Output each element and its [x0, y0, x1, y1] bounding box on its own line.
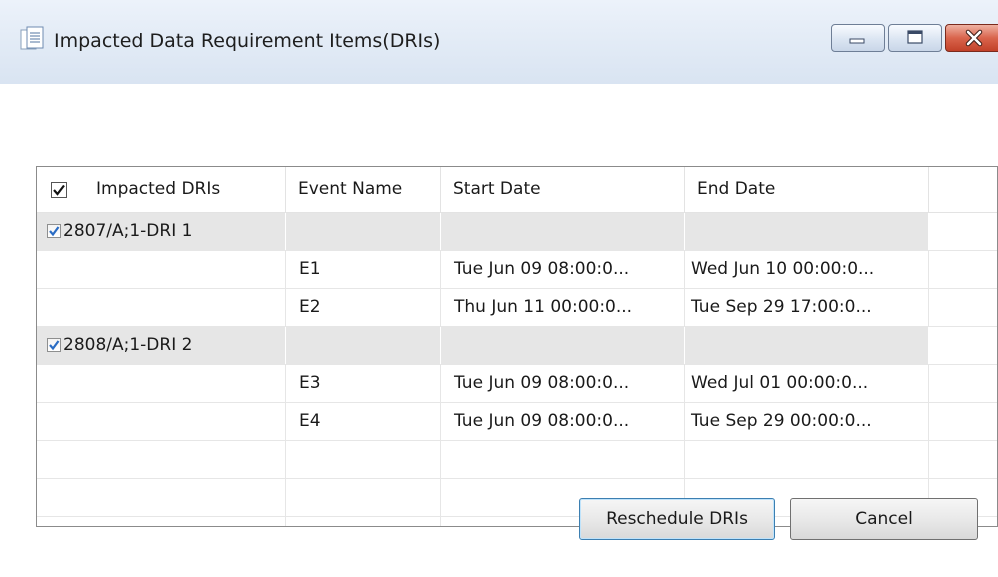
table-row[interactable]: E2 Thu Jun 11 00:00:0... Tue Sep 29 17:0…: [37, 289, 997, 327]
empty-cell: [37, 403, 286, 440]
select-all-checkbox[interactable]: [51, 182, 67, 198]
event-name-cell: E4: [286, 403, 441, 440]
dri-cell[interactable]: 2807/A;1-DRI 1: [37, 213, 286, 250]
checkmark-icon: [49, 226, 60, 237]
empty-cell: [441, 441, 685, 478]
empty-cell: [441, 213, 685, 250]
window-title: Impacted Data Requirement Items(DRIs): [54, 30, 441, 52]
dialog-window: Impacted Data Requirement Items(DRIs) Im…: [0, 0, 998, 577]
table-row-group[interactable]: 2808/A;1-DRI 2: [37, 327, 997, 365]
empty-cell: [37, 289, 286, 326]
start-date-cell: Tue Jun 09 08:00:0...: [441, 365, 685, 402]
empty-cell: [37, 441, 286, 478]
minimize-button[interactable]: [831, 24, 885, 52]
table-row-empty: [37, 441, 997, 479]
column-header-label: Start Date: [453, 179, 541, 199]
end-date-cell: Tue Sep 29 00:00:0...: [685, 403, 929, 440]
dri-cell[interactable]: 2808/A;1-DRI 2: [37, 327, 286, 364]
maximize-button[interactable]: [888, 24, 942, 52]
minimize-icon: [849, 38, 865, 44]
cancel-button[interactable]: Cancel: [790, 498, 978, 540]
reschedule-dris-button[interactable]: Reschedule DRIs: [579, 498, 775, 540]
document-list-icon: [20, 26, 46, 52]
title-bar[interactable]: Impacted Data Requirement Items(DRIs): [0, 0, 998, 84]
dri-checkbox[interactable]: [47, 338, 61, 352]
event-name-cell: E3: [286, 365, 441, 402]
empty-cell: [37, 479, 286, 516]
end-date-cell: Wed Jul 01 00:00:0...: [685, 365, 929, 402]
table-row-group[interactable]: 2807/A;1-DRI 1: [37, 213, 997, 251]
dialog-content: Impacted DRIs Event Name Start Date End …: [0, 84, 998, 577]
column-header-impacted-dris[interactable]: Impacted DRIs: [37, 167, 286, 212]
empty-cell: [685, 441, 929, 478]
event-name-cell: E2: [286, 289, 441, 326]
dri-checkbox[interactable]: [47, 224, 61, 238]
end-date-cell: Tue Sep 29 17:00:0...: [685, 289, 929, 326]
start-date-cell: Thu Jun 11 00:00:0...: [441, 289, 685, 326]
empty-cell: [37, 365, 286, 402]
empty-cell: [685, 327, 929, 364]
table-row[interactable]: E3 Tue Jun 09 08:00:0... Wed Jul 01 00:0…: [37, 365, 997, 403]
dri-label: 2808/A;1-DRI 2: [63, 335, 193, 355]
start-date-cell: Tue Jun 09 08:00:0...: [441, 403, 685, 440]
maximize-icon: [907, 30, 923, 44]
dri-table: Impacted DRIs Event Name Start Date End …: [36, 166, 998, 527]
end-date-cell: Wed Jun 10 00:00:0...: [685, 251, 929, 288]
empty-cell: [37, 251, 286, 288]
close-icon: [965, 29, 983, 47]
column-header-label: End Date: [697, 179, 776, 199]
empty-cell: [286, 517, 441, 526]
empty-cell: [685, 213, 929, 250]
dri-label: 2807/A;1-DRI 1: [63, 221, 193, 241]
empty-cell: [441, 327, 685, 364]
column-header-label: Impacted DRIs: [96, 179, 221, 199]
start-date-cell: Tue Jun 09 08:00:0...: [441, 251, 685, 288]
column-header-filler: [929, 167, 997, 212]
checkmark-icon: [53, 184, 65, 196]
table-row[interactable]: E4 Tue Jun 09 08:00:0... Tue Sep 29 00:0…: [37, 403, 997, 441]
checkmark-icon: [49, 340, 60, 351]
column-header-event-name[interactable]: Event Name: [286, 167, 441, 212]
column-header-end-date[interactable]: End Date: [685, 167, 929, 212]
empty-cell: [37, 517, 286, 526]
empty-cell: [286, 327, 441, 364]
close-button[interactable]: [945, 24, 998, 52]
event-name-cell: E1: [286, 251, 441, 288]
empty-cell: [286, 479, 441, 516]
column-header-label: Event Name: [298, 179, 403, 199]
empty-cell: [286, 213, 441, 250]
empty-cell: [286, 441, 441, 478]
table-row[interactable]: E1 Tue Jun 09 08:00:0... Wed Jun 10 00:0…: [37, 251, 997, 289]
column-header-start-date[interactable]: Start Date: [441, 167, 685, 212]
